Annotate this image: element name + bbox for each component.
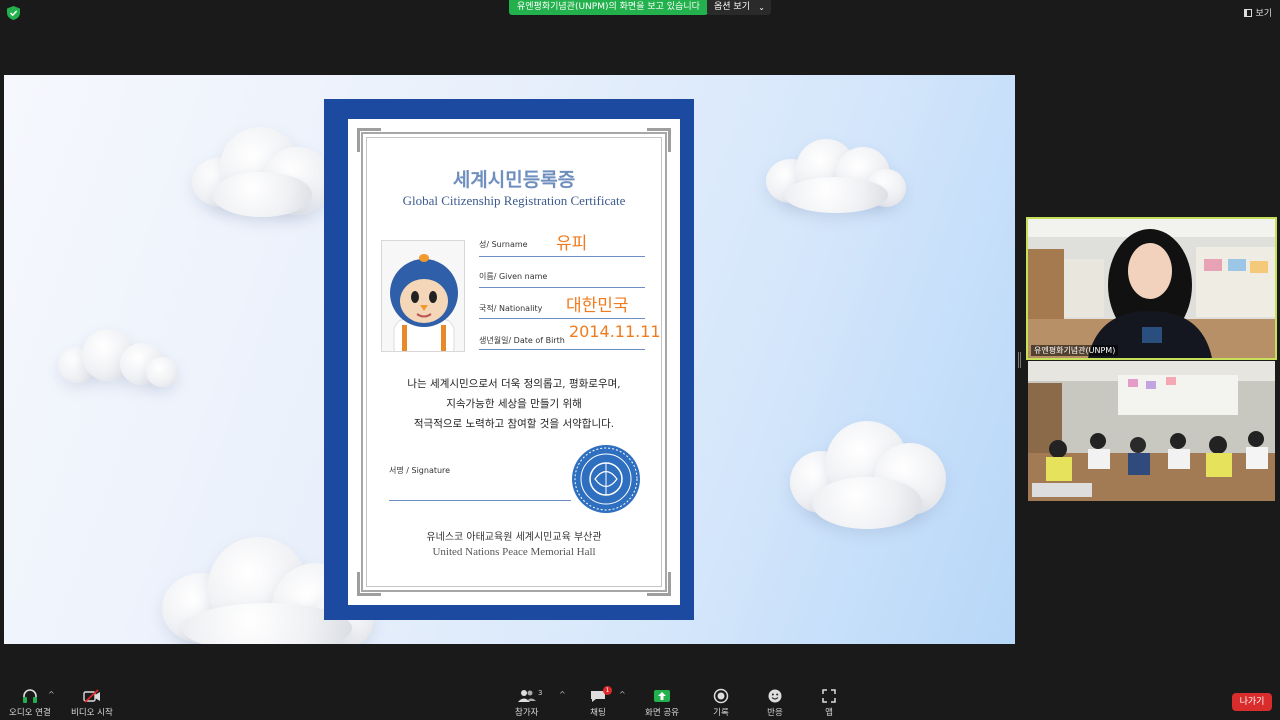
birth-date-value: 2014.11.11: [569, 322, 661, 341]
nationality-value: 대한민국: [566, 296, 629, 316]
nationality-underline: [479, 318, 645, 319]
cloud-decoration: [192, 127, 332, 217]
surname-label: 성/ Surname: [479, 240, 528, 249]
share-screen-button[interactable]: 화면 공유: [645, 688, 679, 718]
chat-unread-badge: 1: [603, 686, 612, 695]
given-name-label: 이름/ Given name: [479, 272, 548, 281]
pledge-line: 나는 세계시민으로서 더욱 정의롭고, 평화로우며,: [407, 378, 621, 390]
record-label: 기록: [713, 708, 729, 718]
record-button[interactable]: 기록: [713, 688, 729, 718]
participants-icon: [515, 688, 538, 704]
birth-date-label: 생년월일/ Date of Birth: [479, 336, 565, 345]
surname-underline: [479, 256, 645, 257]
pledge-text: 나는 세계시민으로서 더욱 정의롭고, 평화로우며, 지속가능한 세상을 만들기…: [348, 374, 680, 434]
leave-meeting-button[interactable]: 나가기: [1232, 693, 1272, 711]
apps-icon: [822, 688, 836, 704]
speaker-name-label: 유엔평화기념관(UNPM): [1031, 345, 1119, 356]
screen-share-banner: 유엔평화기념관(UNPM)의 화면을 보고 있습니다: [509, 0, 708, 15]
nationality-label: 국적/ Nationality: [479, 304, 543, 313]
border-ornament: [357, 128, 381, 152]
share-screen-icon: [645, 688, 679, 704]
signature-label: 서명 / Signature: [389, 466, 451, 475]
mascot-photo: [381, 240, 465, 352]
classroom-video-feed: [1028, 361, 1275, 501]
surname-value: 유피: [556, 234, 588, 254]
zoom-meeting-window: 유엔평화기념관(UNPM)의 화면을 보고 있습니다 옵션 보기 ⌄ 보기 세계…: [0, 0, 1280, 720]
reactions-label: 반응: [767, 708, 783, 718]
cloud-decoration: [790, 421, 946, 529]
view-options-button[interactable]: 옵션 보기 ⌄: [707, 0, 771, 15]
border-ornament: [357, 572, 381, 596]
issuer-korean: 유네스코 아태교육원 세계시민교육 부산관: [426, 532, 602, 543]
view-layout-icon: [1244, 8, 1253, 17]
participants-options-caret[interactable]: ^: [559, 690, 566, 699]
official-seal-icon: [572, 445, 640, 513]
video-off-icon: [71, 688, 113, 704]
apps-label: 앱: [825, 708, 833, 718]
start-video-button[interactable]: 비디오 시작: [71, 688, 113, 718]
given-name-underline: [479, 287, 645, 288]
pledge-line: 지속가능한 세상을 만들기 위해: [446, 398, 582, 410]
chat-label: 채팅: [590, 708, 606, 718]
audio-connect-label: 오디오 연결: [9, 708, 51, 718]
participants-button[interactable]: 참가자: [515, 688, 538, 718]
certificate-title-korean: 세계시민등록증: [452, 169, 576, 191]
smiley-icon: [767, 688, 783, 704]
view-button[interactable]: 보기: [1244, 6, 1272, 19]
birth-date-underline: [479, 349, 645, 350]
certificate: 세계시민등록증 Global Citizenship Registration …: [348, 119, 680, 605]
mascot-illustration: [382, 241, 464, 351]
audio-connect-button[interactable]: 오디오 연결: [9, 688, 51, 718]
border-ornament: [647, 128, 671, 152]
shared-screen: 세계시민등록증 Global Citizenship Registration …: [4, 75, 1015, 644]
certificate-frame: 세계시민등록증 Global Citizenship Registration …: [324, 99, 694, 620]
record-icon: [713, 688, 729, 704]
issuer-english: United Nations Peace Memorial Hall: [432, 546, 596, 558]
certificate-title-english: Global Citizenship Registration Certific…: [402, 193, 626, 208]
security-shield-icon[interactable]: [7, 6, 20, 20]
speaker-video-feed: [1028, 219, 1275, 358]
classroom-video-tile[interactable]: [1028, 361, 1275, 501]
pledge-line: 적극적으로 노력하고 참여할 것을 서약합니다.: [413, 418, 615, 430]
participants-label: 참가자: [515, 708, 539, 718]
cloud-decoration: [58, 329, 178, 389]
cloud-decoration: [766, 139, 906, 213]
view-button-label: 보기: [1255, 9, 1272, 19]
speaker-video-tile[interactable]: 유엔평화기념관(UNPM): [1026, 217, 1277, 360]
start-video-label: 비디오 시작: [71, 708, 113, 718]
signature-line: [389, 500, 571, 501]
view-options-label: 옵션 보기: [714, 2, 750, 12]
border-ornament: [647, 572, 671, 596]
reactions-button[interactable]: 반응: [767, 688, 783, 718]
participants-count: 3: [538, 689, 543, 697]
apps-button[interactable]: 앱: [822, 688, 836, 718]
share-screen-label: 화면 공유: [645, 708, 679, 718]
panel-resize-handle[interactable]: [1018, 352, 1021, 368]
chat-options-caret[interactable]: ^: [619, 690, 626, 699]
chevron-down-icon: ⌄: [758, 3, 765, 12]
headphones-icon: [9, 688, 51, 704]
audio-options-caret[interactable]: ^: [48, 690, 55, 699]
